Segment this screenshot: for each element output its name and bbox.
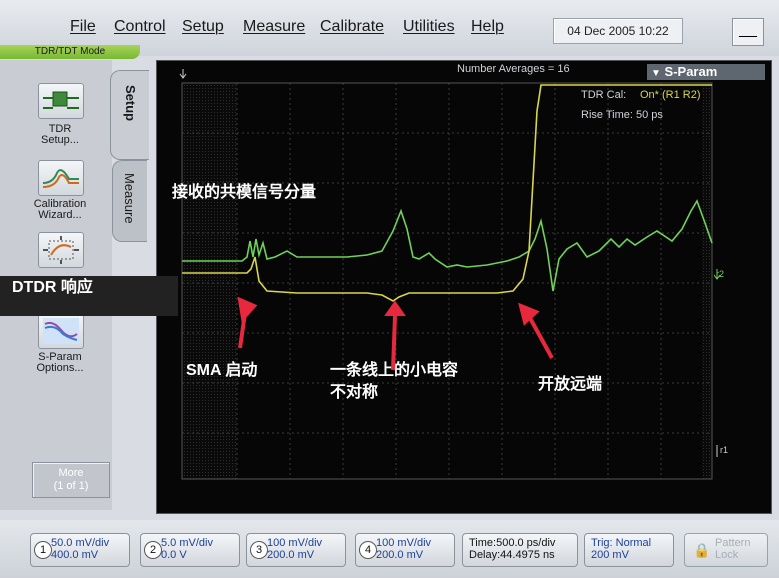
channel-3-button[interactable]: 3 100 mV/div 200.0 mV [246, 533, 346, 567]
trigger-button[interactable]: Trig: Normal 200 mV [584, 533, 674, 567]
pattern-lock-label: Pattern Lock [715, 537, 751, 561]
channel-4-button[interactable]: 4 100 mV/div 200.0 mV [355, 533, 455, 567]
timebase-values: Time:500.0 ps/div Delay:44.4975 ns [469, 537, 556, 561]
channel-2-button[interactable]: 2 5.0 mV/div 0.0 V [140, 533, 240, 567]
pattern-lock-button[interactable]: 🔒 Pattern Lock [684, 533, 768, 567]
trigger-values: Trig: Normal 200 mV [591, 537, 652, 561]
timebase-button[interactable]: Time:500.0 ps/div Delay:44.4975 ns [462, 533, 578, 567]
channel-1-button[interactable]: 1 50.0 mV/div 400.0 mV [30, 533, 130, 567]
channel-1-number: 1 [34, 541, 52, 559]
channel-2-number: 2 [144, 541, 162, 559]
channel-4-number: 4 [359, 541, 377, 559]
channel-3-number: 3 [250, 541, 268, 559]
channel-3-scale: 100 mV/div 200.0 mV [267, 537, 323, 561]
lock-icon: 🔒 [693, 542, 711, 558]
channel-4-scale: 100 mV/div 200.0 mV [376, 537, 432, 561]
channel-2-scale: 5.0 mV/div 0.0 V [161, 537, 213, 561]
annotation-arrows [237, 296, 554, 371]
channel-1-scale: 50.0 mV/div 400.0 mV [51, 537, 110, 561]
